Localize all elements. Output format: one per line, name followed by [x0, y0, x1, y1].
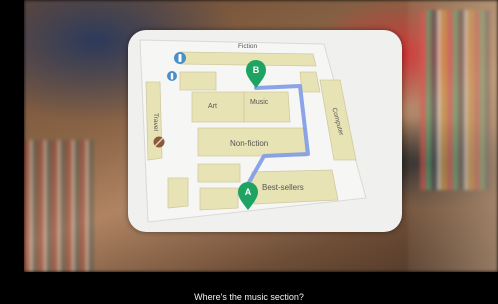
shelf-art[interactable] — [191, 91, 245, 123]
letterbox-left — [0, 0, 24, 272]
label-non-fiction: Non-fiction — [230, 139, 268, 148]
shelf-fiction[interactable] — [179, 51, 317, 67]
store-map-card[interactable]: Fiction Travel Art Music Computer Non-fi… — [128, 30, 402, 232]
store-map: Fiction Travel Art Music Computer Non-fi… — [139, 39, 367, 223]
label-art: Art — [208, 103, 217, 110]
label-travel: Travel — [152, 113, 159, 131]
marker-b-label: B — [253, 65, 260, 75]
label-fiction: Fiction — [238, 43, 258, 50]
shelf-music[interactable] — [243, 91, 291, 123]
shelf-right — [408, 0, 498, 272]
ar-camera-view: Fiction Travel Art Music Computer Non-fi… — [0, 0, 498, 304]
label-music: Music — [250, 99, 269, 106]
no-entry-icon — [153, 136, 165, 148]
shelf-left — [24, 140, 94, 272]
label-best-sellers: Best-sellers — [262, 183, 304, 192]
voice-query-caption: Where's the music section? — [194, 292, 304, 302]
marker-a-label: A — [245, 187, 252, 197]
caption-bar: Where's the music section? — [0, 272, 498, 304]
